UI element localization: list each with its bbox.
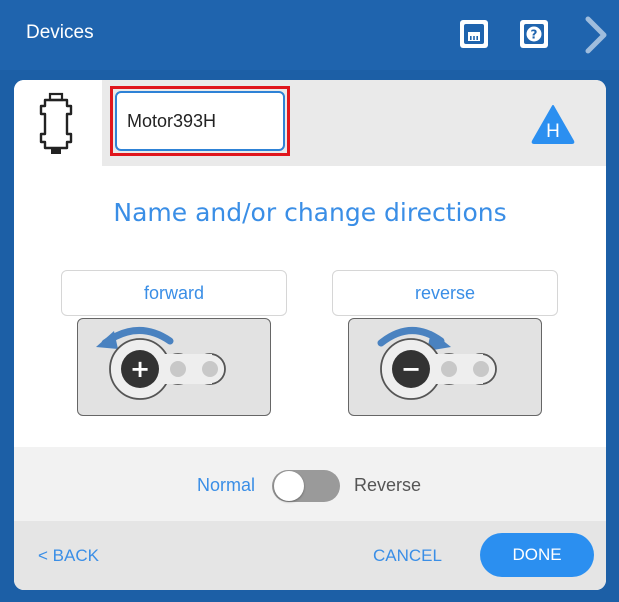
help-button[interactable]: ? (520, 20, 548, 48)
device-icon-area (14, 80, 102, 166)
motor-icon (39, 92, 73, 154)
device-panel: H Name and/or change directions forward … (14, 80, 606, 590)
warning-triangle-icon: H (531, 105, 575, 144)
reverse-direction-graphic: − (348, 318, 542, 416)
direction-toggle[interactable] (272, 470, 340, 502)
toggle-reverse-label: Reverse (354, 475, 422, 495)
title-bar: Devices ? (0, 0, 619, 70)
forward-label-field[interactable]: forward (61, 270, 287, 316)
toggle-knob[interactable] (274, 471, 304, 501)
chevron-right-icon[interactable] (583, 15, 609, 55)
cancel-button[interactable]: CANCEL (373, 546, 442, 566)
badge-letter: H (546, 121, 560, 142)
minus-sign: − (401, 355, 421, 383)
help-glyph: ? (531, 28, 538, 42)
plus-sign: + (130, 355, 150, 383)
reverse-rotation-icon: − (377, 327, 497, 400)
ethernet-port-icon[interactable] (460, 20, 488, 48)
reverse-label-field[interactable]: reverse (332, 270, 558, 316)
forward-direction-graphic: + (77, 318, 271, 416)
done-button[interactable]: DONE (480, 533, 594, 577)
toggle-normal-label: Normal (197, 475, 256, 495)
device-name-input[interactable] (115, 91, 285, 151)
devices-window: Devices ? H Motor393H Name and/or change… (0, 0, 619, 602)
back-button[interactable]: < BACK (38, 546, 99, 566)
window-title: Devices (26, 22, 94, 43)
question-mark-icon: ? (524, 24, 544, 44)
forward-rotation-icon: + (96, 327, 226, 400)
page-heading: Name and/or change directions (113, 198, 507, 227)
ethernet-port-icon-glyph (464, 24, 484, 44)
